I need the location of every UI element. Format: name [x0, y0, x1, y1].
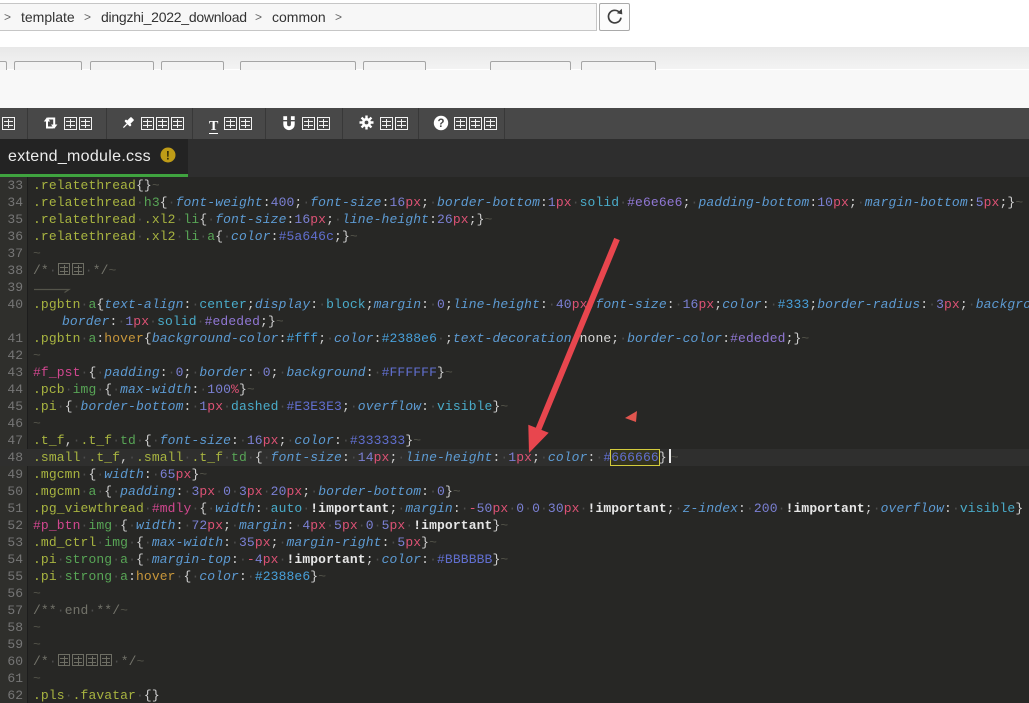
svg-text:!: !: [166, 148, 170, 162]
svg-text:?: ?: [437, 118, 444, 130]
